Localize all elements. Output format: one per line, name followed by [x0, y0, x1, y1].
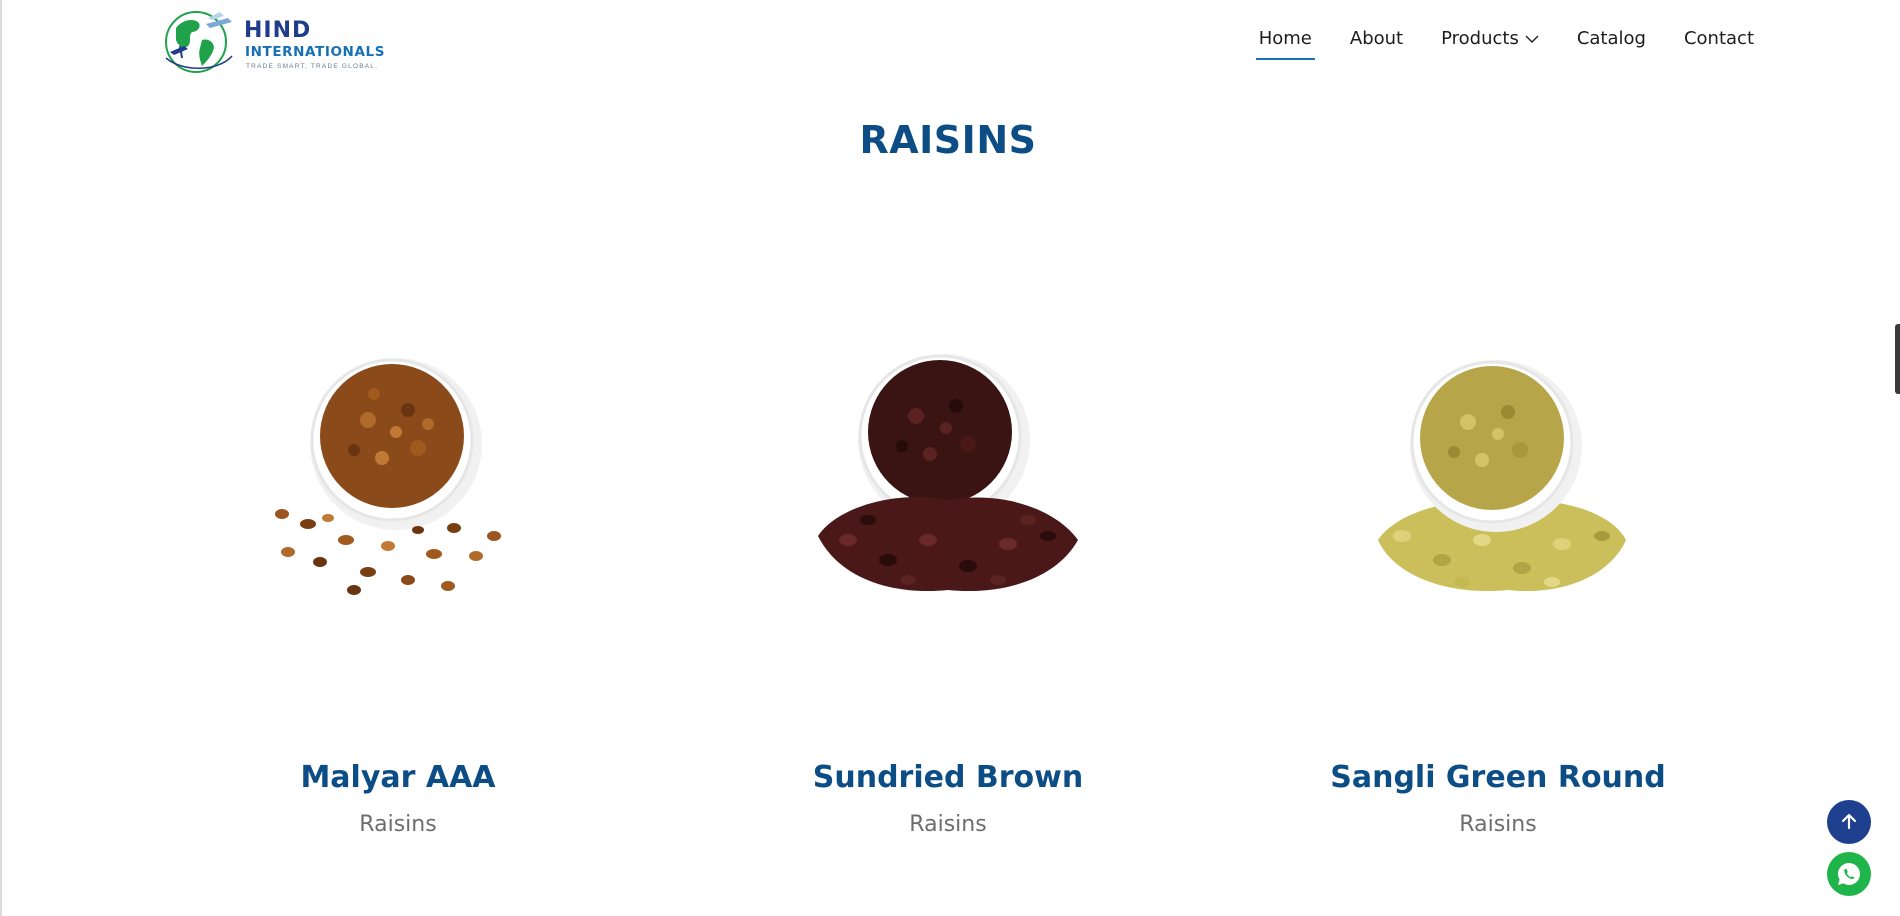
raisin-bowl-image	[275, 358, 501, 595]
nav-label: Contact	[1683, 28, 1754, 49]
raisin-bowl-image	[1378, 360, 1626, 592]
product-name[interactable]: Sundried Brown	[738, 760, 1158, 795]
raisin-bowl-image	[818, 354, 1078, 592]
nav-label: Products	[1441, 28, 1519, 49]
product-name[interactable]: Malyar AAA	[188, 760, 608, 795]
chevron-down-icon	[1525, 35, 1539, 43]
globe-logo-icon	[165, 11, 233, 73]
whatsapp-icon	[1838, 863, 1860, 885]
main-nav: Home About Products Catalog Contact	[1221, 28, 1754, 60]
nav-contact[interactable]: Contact	[1684, 28, 1754, 49]
nav-about[interactable]: About	[1350, 28, 1403, 49]
brand-name: HIND	[244, 18, 312, 43]
scroll-to-top-button[interactable]	[1827, 800, 1871, 844]
nav-products[interactable]: Products	[1441, 28, 1539, 49]
product-card[interactable]: Sundried Brown Raisins	[738, 300, 1158, 860]
whatsapp-button[interactable]	[1827, 852, 1871, 896]
product-card[interactable]: Sangli Green Round Raisins	[1288, 300, 1708, 860]
section-title: RAISINS	[859, 118, 1037, 162]
product-card[interactable]: Malyar AAA Raisins	[188, 300, 608, 860]
scrollbar-thumb[interactable]	[1895, 324, 1900, 394]
product-category: Raisins	[1459, 812, 1537, 837]
product-category: Raisins	[359, 812, 437, 837]
nav-catalog[interactable]: Catalog	[1577, 28, 1646, 49]
site-header: HIND INTERNATIONALS TRADE SMART, TRADE G…	[0, 0, 1900, 80]
logo[interactable]: HIND INTERNATIONALS TRADE SMART, TRADE G…	[162, 6, 392, 74]
nav-label: Home	[1258, 28, 1312, 49]
product-category: Raisins	[909, 812, 987, 837]
arrow-up-icon	[1841, 813, 1857, 830]
nav-home[interactable]: Home	[1255, 28, 1316, 60]
product-name[interactable]: Sangli Green Round	[1288, 760, 1708, 795]
nav-label: About	[1349, 28, 1404, 49]
brand-tagline: TRADE SMART, TRADE GLOBAL.	[246, 63, 379, 70]
brand-subtitle: INTERNATIONALS	[245, 44, 386, 60]
nav-label: Catalog	[1576, 28, 1646, 49]
